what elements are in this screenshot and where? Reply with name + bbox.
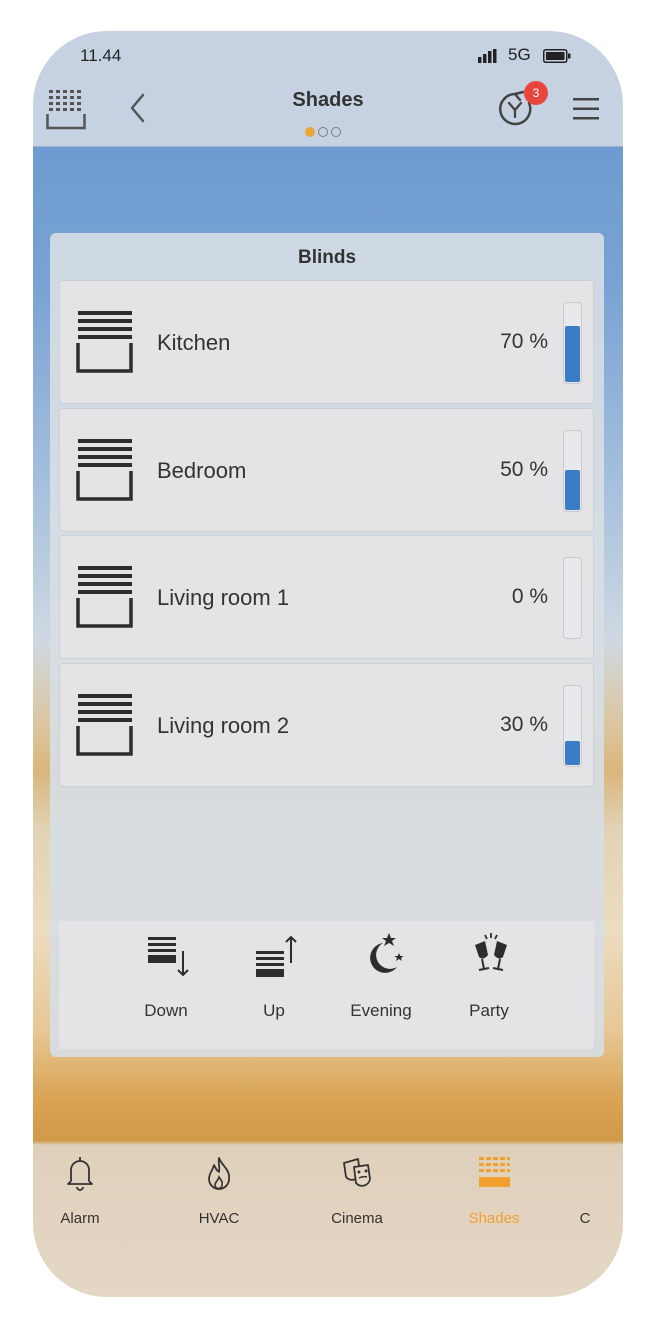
blind-value: 70 % — [500, 330, 548, 353]
shades-icon — [479, 1157, 510, 1187]
blind-label: Living room 1 — [157, 585, 290, 610]
blind-value: 30 % — [500, 713, 548, 736]
scene-up-button[interactable]: Up — [229, 931, 319, 1041]
scene-down-button[interactable]: Down — [121, 931, 211, 1041]
blinds-up-icon — [256, 935, 297, 977]
blind-row-living-room-2[interactable]: Living room 2 30 % — [59, 663, 594, 787]
blinds-down-icon — [148, 937, 189, 977]
blinds-panel: Blinds Kitchen 70 % Bedroom 50 % Living … — [50, 233, 604, 1057]
theater-masks-icon — [343, 1158, 371, 1187]
blind-value: 0 % — [511, 585, 548, 608]
blind-row-kitchen[interactable]: Kitchen 70 % — [59, 280, 594, 404]
scene-evening-button[interactable]: Evening — [336, 931, 426, 1041]
slider-fill — [565, 741, 580, 765]
tab-more[interactable]: C — [555, 1155, 615, 1235]
network-type: 5G — [508, 45, 531, 64]
tab-label: Cinema — [331, 1210, 383, 1227]
champagne-glasses-icon — [475, 933, 507, 971]
tab-label: HVAC — [198, 1210, 240, 1227]
moon-stars-icon — [370, 933, 404, 973]
blind-label: Bedroom — [157, 458, 247, 483]
battery-icon — [543, 49, 571, 63]
scenes-bar: Down Up Evening Party — [59, 921, 594, 1049]
tab-alarm[interactable]: Alarm — [33, 1155, 130, 1235]
status-bar: 11.44 5G — [33, 31, 623, 81]
notification-badge: 3 — [524, 81, 548, 105]
blind-label: Kitchen — [157, 330, 231, 355]
page-indicator[interactable] — [305, 127, 341, 137]
scene-label: Party — [469, 1001, 509, 1020]
blind-level-slider[interactable] — [563, 430, 582, 512]
blind-icon — [76, 566, 133, 628]
bottom-tab-bar: Alarm HVAC Cinema Shades C — [33, 1145, 623, 1242]
blind-icon — [76, 311, 133, 373]
status-time: 11.44 — [80, 46, 122, 65]
blind-level-slider[interactable] — [563, 302, 582, 384]
phone-screen: 11.44 5G Shades 3 Blinds Kitchen 70 % Be… — [33, 31, 623, 1297]
panel-title: Blinds — [297, 247, 357, 268]
blind-row-bedroom[interactable]: Bedroom 50 % — [59, 408, 594, 532]
slider-fill — [565, 326, 580, 382]
tab-label: Alarm — [60, 1210, 100, 1227]
blind-value: 50 % — [500, 458, 548, 481]
tab-label: C — [579, 1210, 591, 1227]
top-bar: Shades 3 — [33, 81, 623, 146]
scene-label: Down — [144, 1001, 188, 1020]
scene-party-button[interactable]: Party — [444, 931, 534, 1041]
scene-label: Evening — [350, 1001, 412, 1020]
tab-shades[interactable]: Shades — [444, 1155, 544, 1235]
signal-icon — [478, 49, 497, 63]
tab-label: Shades — [468, 1210, 520, 1227]
menu-icon[interactable] — [572, 96, 600, 122]
page-dot-2[interactable] — [318, 127, 328, 137]
blind-label: Living room 2 — [157, 713, 290, 738]
blind-level-slider[interactable] — [563, 685, 582, 767]
tab-hvac[interactable]: HVAC — [169, 1155, 269, 1235]
scene-label: Up — [263, 1001, 285, 1020]
slider-fill — [565, 470, 580, 510]
page-dot-3[interactable] — [331, 127, 341, 137]
blind-level-slider[interactable] — [563, 557, 582, 639]
blind-icon — [76, 694, 133, 756]
bell-icon — [67, 1157, 93, 1191]
flame-icon — [208, 1157, 230, 1190]
blind-row-living-room-1[interactable]: Living room 1 0 % — [59, 535, 594, 659]
page-dot-1[interactable] — [305, 127, 315, 137]
tab-cinema[interactable]: Cinema — [307, 1155, 407, 1235]
blind-icon — [76, 439, 133, 501]
